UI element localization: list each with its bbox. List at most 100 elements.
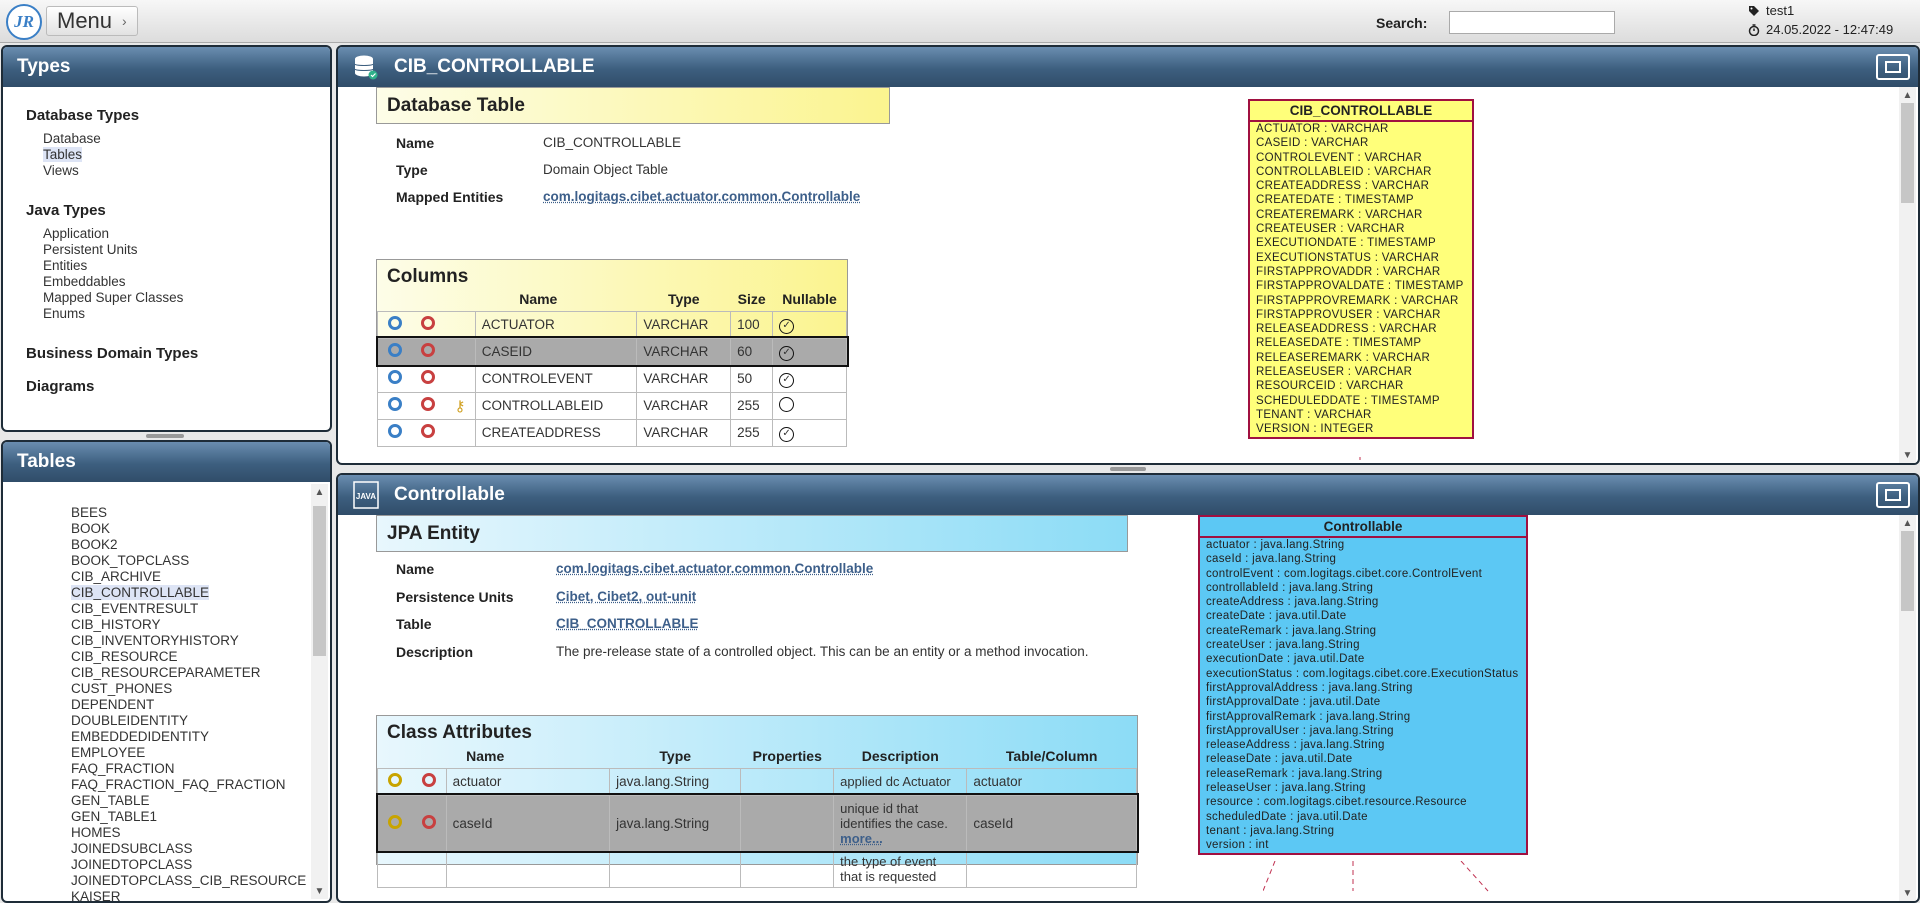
table-list-item[interactable]: CIB_CONTROLLABLE: [71, 585, 210, 600]
attr-header-description[interactable]: Description: [834, 744, 967, 768]
pu-link-out-unit[interactable]: out-unit: [646, 589, 696, 604]
tables-scrollbar[interactable]: ▲ ▼: [311, 484, 328, 899]
type-item-application[interactable]: Application: [43, 226, 109, 241]
table-list-item[interactable]: JOINEDSUBCLASS: [71, 841, 193, 856]
col-header-type[interactable]: Type: [637, 287, 731, 311]
table-list-item[interactable]: CIB_HISTORY: [71, 617, 161, 632]
type-item-persistent-units[interactable]: Persistent Units: [43, 242, 138, 257]
type-item-database[interactable]: Database: [43, 131, 101, 146]
relation-link-icon[interactable]: [411, 310, 446, 339]
type-group-database[interactable]: Database Types: [26, 107, 139, 124]
edit-link-icon[interactable]: [377, 310, 412, 339]
attr-header-properties[interactable]: Properties: [741, 744, 834, 768]
table-list-item[interactable]: JOINEDTOPCLASS: [71, 857, 192, 872]
table-list-item[interactable]: CIB_ARCHIVE: [71, 569, 161, 584]
table-list-item[interactable]: GEN_TABLE1: [71, 809, 157, 824]
more-link[interactable]: more...: [840, 831, 883, 846]
type-group-java[interactable]: Java Types: [26, 202, 106, 219]
scroll-thumb[interactable]: [1901, 103, 1914, 203]
type-item-mapped-super-classes[interactable]: Mapped Super Classes: [43, 290, 183, 305]
scroll-down-icon[interactable]: ▼: [1899, 885, 1916, 901]
table-row[interactable]: CASEID VARCHAR 60 ✓: [375, 336, 849, 367]
table-list-item[interactable]: GEN_TABLE: [71, 793, 150, 808]
jpa-content-scrollbar[interactable]: ▲ ▼: [1899, 515, 1916, 901]
table-list-item[interactable]: DEPENDENT: [71, 697, 154, 712]
table-list-item[interactable]: DOUBLEIDENTITY: [71, 713, 188, 728]
scroll-thumb[interactable]: [313, 506, 326, 656]
type-item-entities[interactable]: Entities: [43, 258, 87, 273]
type-item-embeddables[interactable]: Embeddables: [43, 274, 126, 289]
table-list-item[interactable]: JOINEDTOPCLASS_CIB_RESOURCE: [71, 873, 306, 888]
table-row[interactable]: actuator java.lang.String applied dc Actua…: [376, 767, 1137, 796]
table-list-item[interactable]: CIB_RESOURCEPARAMETER: [71, 665, 261, 680]
attr-header-type[interactable]: Type: [610, 744, 741, 768]
uml-attribute-row: releaseUser : java.lang.String: [1206, 782, 1366, 795]
relation-link-icon[interactable]: [411, 364, 446, 393]
table-row[interactable]: CREATEADDRESS VARCHAR 255 ✓: [377, 418, 847, 447]
col-header-size[interactable]: Size: [731, 287, 773, 311]
edit-link-icon[interactable]: [377, 364, 412, 393]
type-group-business-domain[interactable]: Business Domain Types: [26, 345, 198, 362]
vertical-splitter[interactable]: [1110, 467, 1146, 471]
type-item-views[interactable]: Views: [43, 163, 79, 178]
horizontal-splitter[interactable]: [146, 434, 184, 438]
relation-link-icon[interactable]: [411, 337, 446, 366]
table-list-item[interactable]: BOOK2: [71, 537, 118, 552]
col-header-nullable[interactable]: Nullable: [773, 287, 847, 311]
scroll-down-icon[interactable]: ▼: [311, 883, 328, 899]
entity-name-value[interactable]: com.logitags.cibet.actuator.common.Contr…: [556, 561, 873, 576]
table-row[interactable]: ⚷ CONTROLLABLEID VARCHAR 255: [377, 391, 847, 420]
table-row[interactable]: the type of event that is requested: [376, 850, 1137, 888]
scroll-up-icon[interactable]: ▲: [311, 484, 328, 500]
edit-link-icon[interactable]: [377, 337, 412, 366]
pu-link-cibet2[interactable]: Cibet2: [597, 589, 638, 604]
relation-link-icon[interactable]: [411, 767, 447, 796]
scroll-up-icon[interactable]: ▲: [1899, 515, 1916, 531]
pu-link-cibet[interactable]: Cibet: [556, 589, 590, 604]
db-table-uml-box[interactable]: CIB_CONTROLLABLE ACTUATOR : VARCHAR CASEI…: [1248, 99, 1474, 439]
type-group-diagrams[interactable]: Diagrams: [26, 378, 94, 395]
table-list-item[interactable]: CIB_INVENTORYHISTORY: [71, 633, 239, 648]
table-list-item[interactable]: CUST_PHONES: [71, 681, 172, 696]
mapped-entity-link[interactable]: com.logitags.cibet.actuator.common.Contr…: [543, 189, 860, 204]
edit-link-icon[interactable]: [376, 794, 412, 852]
scroll-up-icon[interactable]: ▲: [1899, 87, 1916, 103]
maximize-button[interactable]: [1876, 482, 1910, 508]
relation-link-icon[interactable]: [411, 391, 446, 420]
table-link[interactable]: CIB_CONTROLLABLE: [556, 616, 699, 631]
table-list-item[interactable]: EMBEDDEDIDENTITY: [71, 729, 209, 744]
relation-link-icon[interactable]: [411, 418, 446, 447]
entity-name-label: Name: [396, 561, 435, 577]
edit-link-icon[interactable]: [377, 418, 412, 447]
edit-link-icon[interactable]: [376, 767, 412, 796]
entity-uml-box[interactable]: Controllable actuator : java.lang.String…: [1198, 515, 1528, 855]
table-list-item[interactable]: BOOK: [71, 521, 110, 536]
attr-header-name[interactable]: Name: [446, 744, 610, 768]
table-list-item[interactable]: FAQ_FRACTION: [71, 761, 175, 776]
maximize-button[interactable]: [1876, 54, 1910, 80]
type-item-tables[interactable]: Tables: [43, 147, 83, 162]
table-list-item[interactable]: HOMES: [71, 825, 121, 840]
app-logo[interactable]: JR: [6, 4, 42, 40]
type-item-enums[interactable]: Enums: [43, 306, 85, 321]
col-header-name[interactable]: Name: [475, 287, 637, 311]
scroll-down-icon[interactable]: ▼: [1899, 447, 1916, 463]
table-list-item[interactable]: CIB_RESOURCE: [71, 649, 178, 664]
database-icon: [352, 53, 380, 81]
table-list-item[interactable]: CIB_EVENTRESULT: [71, 601, 198, 616]
db-content-scrollbar[interactable]: ▲ ▼: [1899, 87, 1916, 463]
edit-link-icon[interactable]: [377, 391, 412, 420]
table-list-item[interactable]: BEES: [71, 505, 107, 520]
table-row[interactable]: CONTROLEVENT VARCHAR 50 ✓: [377, 364, 847, 393]
menu-button[interactable]: Menu ›: [46, 6, 138, 36]
table-row[interactable]: caseId java.lang.String unique id that ide…: [375, 793, 1139, 853]
scroll-thumb[interactable]: [1901, 531, 1914, 611]
table-list-item[interactable]: EMPLOYEE: [71, 745, 145, 760]
table-list-item[interactable]: FAQ_FRACTION_FAQ_FRACTION: [71, 777, 286, 792]
table-list-item[interactable]: BOOK_TOPCLASS: [71, 553, 189, 568]
table-row[interactable]: ACTUATOR VARCHAR 100 ✓: [377, 310, 847, 339]
table-list-item[interactable]: KAISER: [71, 889, 121, 901]
attr-header-table-column[interactable]: Table/Column: [967, 744, 1137, 768]
relation-link-icon[interactable]: [411, 794, 447, 852]
search-input[interactable]: [1449, 11, 1615, 34]
